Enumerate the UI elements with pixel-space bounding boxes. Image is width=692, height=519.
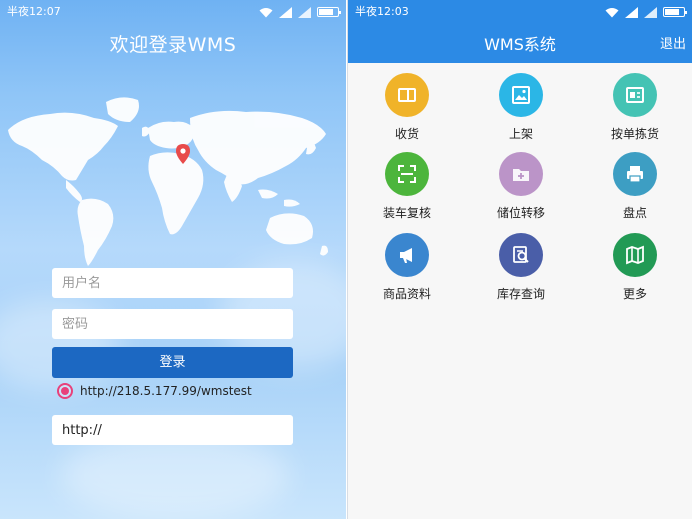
menu-item-label: 商品资料 [382, 287, 431, 301]
menu-item-label: 盘点 [622, 206, 647, 220]
menu-item-label: 装车复核 [382, 206, 431, 220]
server-address-input[interactable] [52, 415, 293, 445]
menu-item-label: 收货 [394, 127, 419, 141]
battery-icon [317, 7, 341, 17]
login-title: 欢迎登录WMS [109, 34, 237, 56]
menu-item-putaway[interactable]: 上架 [471, 73, 571, 142]
menu-item-loading-check[interactable]: 装车复核 [357, 152, 457, 221]
signal-icon [279, 6, 292, 18]
menu-item-inventory-query[interactable]: 库存查询 [471, 233, 571, 302]
folder-add-icon [499, 152, 543, 196]
menu-item-stocktaking[interactable]: 盘点 [585, 152, 685, 221]
status-bar: 半夜12:07 [0, 0, 346, 24]
menu-item-label: 储位转移 [496, 206, 545, 220]
server-url-label: http://218.5.177.99/wmstest [80, 384, 252, 398]
document-icon [613, 73, 657, 117]
password-input[interactable] [52, 309, 293, 339]
receive-icon [385, 73, 429, 117]
world-map-image [8, 97, 328, 266]
status-time: 半夜12:07 [7, 5, 61, 18]
menu-item-label: 按单拣货 [610, 127, 659, 141]
wifi-icon [259, 7, 273, 17]
search-doc-icon [499, 233, 543, 277]
signal-icon [298, 6, 311, 18]
menu-item-product-info[interactable]: 商品资料 [357, 233, 457, 302]
image-icon [499, 73, 543, 117]
menu-item-location-transfer[interactable]: 储位转移 [471, 152, 571, 221]
menu-item-more[interactable]: 更多 [585, 233, 685, 302]
signal-icon [625, 6, 638, 18]
logout-button[interactable]: 退出 [660, 33, 686, 52]
menu-item-receive[interactable]: 收货 [357, 73, 457, 142]
wifi-icon [605, 7, 619, 17]
menu-item-label: 库存查询 [496, 287, 545, 301]
app-title: WMS系统 [484, 35, 556, 54]
username-input[interactable] [52, 268, 293, 298]
login-screen: 半夜12:07 欢迎登录WMS 用户名 登录 http://218.5.177.… [0, 0, 346, 519]
menu-screen: 半夜12:03 WMS系统 退出 收货 上架 按单拣货 装车复核 储位转移 盘点… [347, 0, 692, 519]
menu-item-label: 更多 [622, 287, 647, 301]
server-option[interactable]: http://218.5.177.99/wmstest [57, 382, 252, 400]
menu-item-order-picking[interactable]: 按单拣货 [585, 73, 685, 142]
login-button[interactable]: 登录 [52, 347, 293, 378]
status-bar: 半夜12:03 [348, 0, 692, 24]
map-icon [613, 233, 657, 277]
server-radio-button[interactable] [57, 383, 73, 399]
status-time: 半夜12:03 [355, 5, 409, 18]
status-icons [605, 0, 687, 24]
scan-icon [385, 152, 429, 196]
status-icons [259, 0, 341, 24]
app-header: 半夜12:03 WMS系统 退出 [348, 0, 692, 63]
printer-icon [613, 152, 657, 196]
signal-icon [644, 6, 657, 18]
battery-icon [663, 7, 687, 17]
menu-item-label: 上架 [508, 127, 533, 141]
megaphone-icon [385, 233, 429, 277]
